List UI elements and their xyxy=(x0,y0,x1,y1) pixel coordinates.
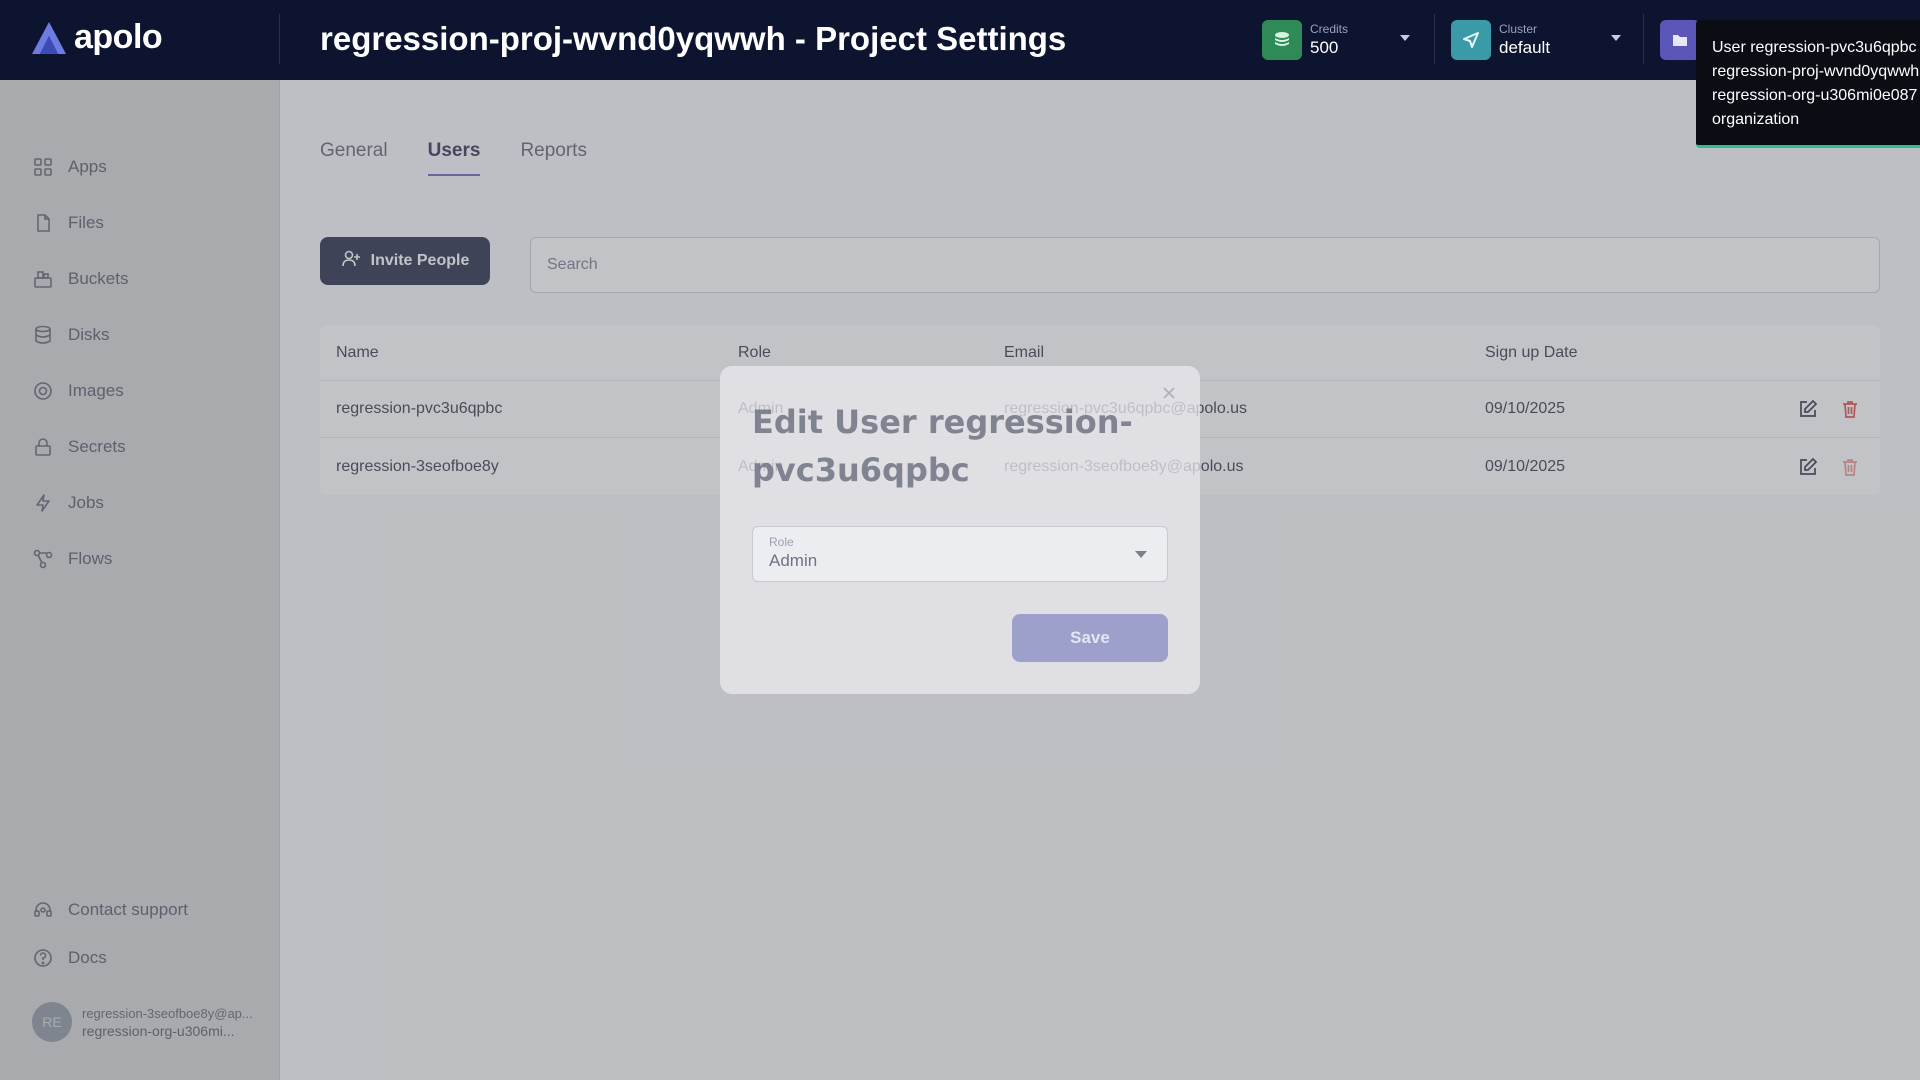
modal-backdrop-sidebar xyxy=(0,80,280,1080)
top-bar: apolo regression-proj-wvnd0yqwwh - Proje… xyxy=(0,0,1920,80)
page-title: regression-proj-wvnd0yqwwh - Project Set… xyxy=(320,20,1067,57)
coins-icon xyxy=(1262,20,1302,60)
chevron-down-icon xyxy=(1135,551,1147,558)
header-divider xyxy=(279,14,280,64)
save-button[interactable]: Save xyxy=(1012,614,1168,662)
dialog-title: Edit User regression-pvc3u6qpbc xyxy=(752,403,1133,489)
header-separator xyxy=(1434,14,1435,64)
tooltip-line: organization xyxy=(1712,111,1800,128)
send-icon xyxy=(1451,20,1491,60)
folder-icon xyxy=(1660,20,1700,60)
tooltip-line: User regression-pvc3u6qpbc xyxy=(1712,39,1917,56)
tooltip-line: regression-org-u306mi0e087 xyxy=(1712,87,1918,104)
close-icon[interactable] xyxy=(1162,386,1176,400)
logo-text: apolo xyxy=(74,18,163,56)
role-field-label: Role xyxy=(769,535,794,549)
cluster-value: default xyxy=(1499,38,1551,57)
credits-selector[interactable]: Credits 500 xyxy=(1262,19,1410,61)
role-field-value: Admin xyxy=(769,551,818,570)
credits-value: 500 xyxy=(1310,38,1339,57)
cluster-label: Cluster xyxy=(1499,22,1538,36)
chevron-down-icon xyxy=(1400,35,1410,41)
role-select[interactable]: Role Admin xyxy=(752,526,1168,582)
tooltip-line: regression-proj-wvnd0yqwwh xyxy=(1712,63,1920,80)
edit-user-dialog: Edit User regression-pvc3u6qpbc Role Adm… xyxy=(720,366,1200,694)
notification-tooltip: User regression-pvc3u6qpbc regression-pr… xyxy=(1696,20,1920,148)
header-separator xyxy=(1643,14,1644,64)
credits-label: Credits xyxy=(1310,22,1349,36)
apolo-logo-icon xyxy=(32,21,66,54)
cluster-selector[interactable]: Cluster default xyxy=(1451,19,1621,61)
chevron-down-icon xyxy=(1611,35,1621,41)
project-selector[interactable] xyxy=(1660,19,1700,61)
apolo-logo[interactable]: apolo xyxy=(30,18,163,57)
